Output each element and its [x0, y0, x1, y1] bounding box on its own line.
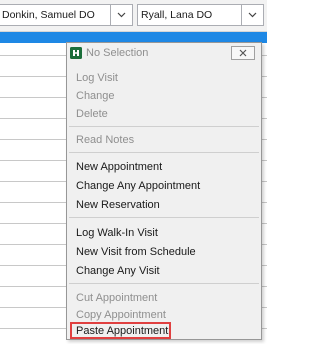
grid-row-line: [0, 265, 70, 266]
menu-item-new-reservation[interactable]: New Reservation: [76, 199, 160, 212]
grid-row-line: [262, 307, 267, 308]
provider-toolbar: Donkin, Samuel DO Ryall, Lana DO: [0, 0, 267, 32]
grid-row-line: [0, 328, 70, 329]
grid-row-line: [262, 97, 267, 98]
menu-item-change[interactable]: Change: [76, 90, 115, 103]
grid-row-line: [262, 328, 267, 329]
grid-row-line: [0, 118, 70, 119]
grid-row-line: [262, 265, 267, 266]
menu-separator: [69, 217, 259, 218]
grid-row-line: [262, 118, 267, 119]
grid-row-line: [262, 76, 267, 77]
app-logo-icon: [70, 47, 82, 59]
paste-appointment-highlight: [70, 322, 171, 339]
grid-row-line: [0, 223, 70, 224]
provider-select-right-value: Ryall, Lana DO: [141, 9, 213, 21]
menu-item-cut-appointment[interactable]: Cut Appointment: [76, 292, 157, 305]
menu-item-change-any-visit[interactable]: Change Any Visit: [76, 265, 160, 278]
provider-select-left-value: Donkin, Samuel DO: [2, 9, 95, 21]
grid-row-line: [262, 223, 267, 224]
grid-row-line: [0, 307, 70, 308]
menu-separator: [69, 126, 259, 127]
dropdown-arrow-icon[interactable]: [110, 5, 132, 25]
menu-item-log-walk-in-visit[interactable]: Log Walk-In Visit: [76, 227, 158, 240]
grid-row-line: [0, 202, 70, 203]
menu-item-log-visit[interactable]: Log Visit: [76, 72, 118, 85]
grid-row-line: [262, 286, 267, 287]
grid-row-line: [262, 181, 267, 182]
menu-item-new-visit-from-schedule[interactable]: New Visit from Schedule: [76, 246, 196, 259]
context-menu-title-row: No Selection: [67, 43, 261, 63]
provider-select-left[interactable]: Donkin, Samuel DO: [0, 4, 133, 26]
grid-row-line: [262, 202, 267, 203]
menu-item-change-any-appointment[interactable]: Change Any Appointment: [76, 180, 200, 193]
menu-item-copy-appointment[interactable]: Copy Appointment: [76, 309, 166, 322]
grid-row-line: [0, 286, 70, 287]
grid-row-line: [0, 139, 70, 140]
close-icon[interactable]: [231, 46, 255, 60]
grid-row-line: [0, 244, 70, 245]
menu-separator: [69, 283, 259, 284]
grid-row-line: [0, 181, 70, 182]
grid-row-line: [0, 55, 70, 56]
grid-row-line: [0, 160, 70, 161]
grid-row-line: [262, 244, 267, 245]
grid-row-line: [0, 76, 70, 77]
menu-item-delete[interactable]: Delete: [76, 108, 108, 121]
grid-row-line: [262, 139, 267, 140]
menu-item-new-appointment[interactable]: New Appointment: [76, 161, 162, 174]
context-menu-title: No Selection: [86, 47, 149, 59]
context-menu: No Selection Log Visit Change Delete Rea…: [66, 42, 262, 340]
grid-row-line: [262, 160, 267, 161]
dropdown-arrow-icon[interactable]: [241, 5, 263, 25]
menu-separator: [69, 152, 259, 153]
grid-row-line: [262, 55, 267, 56]
provider-select-right[interactable]: Ryall, Lana DO: [137, 4, 264, 26]
menu-item-read-notes[interactable]: Read Notes: [76, 134, 134, 147]
grid-row-line: [0, 97, 70, 98]
